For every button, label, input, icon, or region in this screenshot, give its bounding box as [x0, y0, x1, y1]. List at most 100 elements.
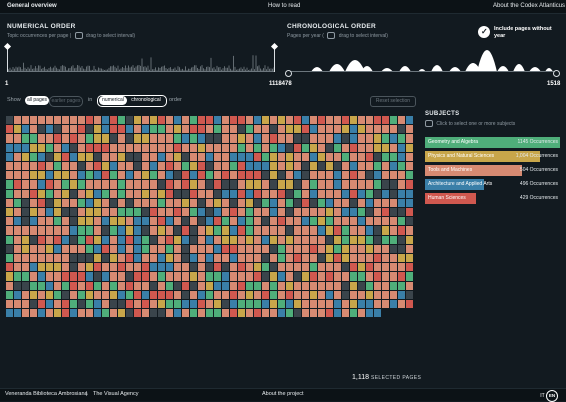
page-tile[interactable] [390, 254, 397, 263]
page-tile[interactable] [310, 134, 317, 143]
page-tile[interactable] [30, 162, 37, 171]
chronological-order-toggle[interactable]: chronological [128, 96, 164, 105]
page-tile[interactable] [14, 290, 21, 299]
page-tile[interactable] [254, 254, 261, 263]
page-tile[interactable] [182, 263, 189, 272]
page-tile[interactable] [326, 244, 333, 253]
page-tile[interactable] [102, 244, 109, 253]
subject-architecture-applied-arts[interactable]: Architecture and Applied Arts 496 Occurr… [425, 179, 560, 190]
page-tile[interactable] [38, 125, 45, 134]
page-tile[interactable] [358, 134, 365, 143]
page-tile[interactable] [78, 171, 85, 180]
page-tile[interactable] [230, 235, 237, 244]
page-tile[interactable] [214, 162, 221, 171]
page-tile[interactable] [6, 198, 13, 207]
page-tile[interactable] [342, 272, 349, 281]
page-tile[interactable] [342, 143, 349, 152]
page-tile[interactable] [238, 263, 245, 272]
page-tile[interactable] [78, 226, 85, 235]
page-tile[interactable] [342, 116, 349, 125]
page-tile[interactable] [134, 116, 141, 125]
page-tile[interactable] [366, 152, 373, 161]
page-tile[interactable] [190, 281, 197, 290]
page-tile[interactable] [22, 217, 29, 226]
page-tile[interactable] [14, 180, 21, 189]
numerical-timeline[interactable] [6, 44, 275, 72]
page-tile[interactable] [182, 254, 189, 263]
page-tile[interactable] [126, 226, 133, 235]
page-tile[interactable] [118, 162, 125, 171]
page-tile[interactable] [246, 300, 253, 309]
page-tile[interactable] [190, 152, 197, 161]
page-tile[interactable] [294, 208, 301, 217]
page-tile[interactable] [46, 235, 53, 244]
page-tile[interactable] [22, 309, 29, 318]
page-tile[interactable] [302, 254, 309, 263]
include-undated-toggle[interactable]: ✓ [478, 26, 490, 38]
page-tile[interactable] [262, 254, 269, 263]
page-tile[interactable] [54, 180, 61, 189]
page-tile[interactable] [6, 134, 13, 143]
page-tile[interactable] [198, 226, 205, 235]
page-tile[interactable] [334, 226, 341, 235]
page-tile[interactable] [126, 189, 133, 198]
subject-human-sciences[interactable]: Human Sciences 429 Occurrences [425, 193, 560, 204]
page-tile[interactable] [206, 235, 213, 244]
page-tile[interactable] [262, 208, 269, 217]
page-tile[interactable] [358, 300, 365, 309]
page-tile[interactable] [278, 180, 285, 189]
page-tile[interactable] [22, 198, 29, 207]
page-tile[interactable] [174, 244, 181, 253]
page-tile[interactable] [46, 125, 53, 134]
page-tile[interactable] [182, 134, 189, 143]
page-tile[interactable] [38, 309, 45, 318]
page-tile[interactable] [54, 125, 61, 134]
page-tile[interactable] [374, 125, 381, 134]
page-tile[interactable] [62, 244, 69, 253]
page-tile[interactable] [94, 290, 101, 299]
page-tile[interactable] [278, 290, 285, 299]
page-tile[interactable] [6, 180, 13, 189]
page-tile[interactable] [310, 263, 317, 272]
page-tile[interactable] [302, 217, 309, 226]
page-tile[interactable] [166, 189, 173, 198]
page-tile[interactable] [358, 152, 365, 161]
page-tile[interactable] [54, 162, 61, 171]
page-tile[interactable] [286, 152, 293, 161]
page-tile[interactable] [382, 162, 389, 171]
page-tile[interactable] [14, 134, 21, 143]
page-tile[interactable] [54, 281, 61, 290]
page-tile[interactable] [390, 189, 397, 198]
page-tile[interactable] [214, 235, 221, 244]
page-tile[interactable] [238, 226, 245, 235]
page-tile[interactable] [14, 198, 21, 207]
page-tile[interactable] [94, 162, 101, 171]
page-tile[interactable] [302, 171, 309, 180]
page-tile[interactable] [6, 208, 13, 217]
page-tile[interactable] [182, 217, 189, 226]
page-tile[interactable] [302, 235, 309, 244]
page-tile[interactable] [294, 272, 301, 281]
page-tile[interactable] [286, 180, 293, 189]
page-tile[interactable] [390, 281, 397, 290]
page-tile[interactable] [366, 134, 373, 143]
page-tile[interactable] [262, 235, 269, 244]
page-tile[interactable] [246, 263, 253, 272]
page-tile[interactable] [70, 125, 77, 134]
page-tile[interactable] [214, 180, 221, 189]
page-tile[interactable] [94, 263, 101, 272]
page-tile[interactable] [46, 152, 53, 161]
page-tile[interactable] [110, 143, 117, 152]
page-tile[interactable] [190, 180, 197, 189]
page-tile[interactable] [70, 254, 77, 263]
page-tile[interactable] [126, 272, 133, 281]
page-tile[interactable] [262, 180, 269, 189]
page-tile[interactable] [310, 152, 317, 161]
page-tile[interactable] [38, 143, 45, 152]
page-tile[interactable] [222, 180, 229, 189]
page-tile[interactable] [222, 198, 229, 207]
page-tile[interactable] [70, 152, 77, 161]
page-tile[interactable] [222, 263, 229, 272]
page-tile[interactable] [366, 226, 373, 235]
page-tile[interactable] [286, 217, 293, 226]
